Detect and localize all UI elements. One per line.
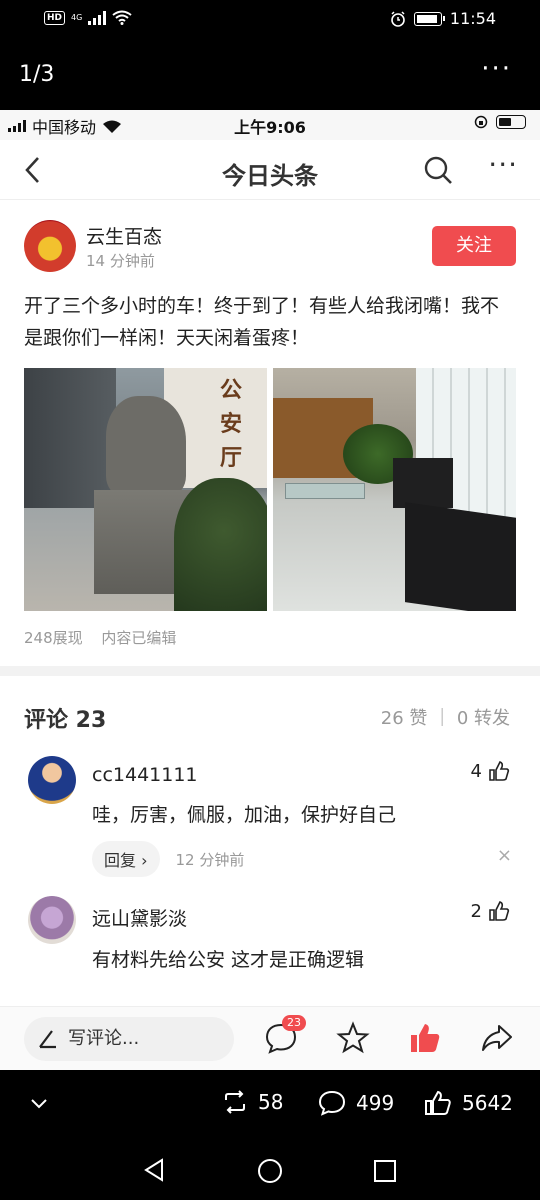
more-menu-button[interactable]: ··· xyxy=(488,148,518,181)
photo-sign-text: 公安厅 xyxy=(220,378,243,471)
comment-text: 有材料先给公安 这才是正确逻辑 xyxy=(92,949,365,971)
image-viewer-top-bar: 1/3 ··· xyxy=(0,40,540,110)
page-counter: 1/3 xyxy=(19,62,55,87)
post-stats: 248展现 内容已编辑 xyxy=(24,627,516,666)
chevron-down-icon[interactable] xyxy=(30,1096,48,1110)
commenter-name[interactable]: cc1441111 xyxy=(92,746,516,786)
comments-header: 评论 23 26 赞 ｜ 0 转发 xyxy=(24,676,516,746)
battery-icon xyxy=(413,11,445,26)
recents-square-icon[interactable] xyxy=(373,1159,397,1183)
comment-item: 远山黛影淡 2 有材料先给公安 这才是正确逻辑 xyxy=(24,886,516,1026)
chevron-right-icon: › xyxy=(141,851,148,870)
post-photos: 公安厅 xyxy=(24,368,516,611)
comment-like-button[interactable]: 2 xyxy=(471,900,510,922)
comments-title: 评论 23 xyxy=(24,708,107,733)
commenter-avatar[interactable] xyxy=(28,896,76,944)
ios-status-bar: 中国移动 上午9:06 xyxy=(0,110,540,140)
comment-count-badge: 23 xyxy=(282,1015,306,1031)
view-count: 248展现 xyxy=(24,629,83,647)
thumbs-up-icon xyxy=(489,761,510,781)
article-action-bar: 写评论... 23 xyxy=(0,1006,540,1070)
retweet-button[interactable]: 58 xyxy=(222,1090,283,1114)
rotation-lock-icon xyxy=(474,115,488,129)
reply-label: 回复 xyxy=(104,851,137,870)
comment-count: 499 xyxy=(356,1091,395,1115)
comment-icon xyxy=(318,1090,346,1116)
comment-actions: 回复 › 12 分钟前 × xyxy=(92,841,516,877)
like-button[interactable]: 5642 xyxy=(424,1090,513,1116)
ios-status-right xyxy=(474,115,526,129)
back-triangle-icon[interactable] xyxy=(142,1158,166,1182)
write-comment-placeholder: 写评论... xyxy=(68,1028,140,1049)
dismiss-comment-button[interactable]: × xyxy=(497,845,512,866)
like-count: 5642 xyxy=(462,1091,513,1115)
post: 云生百态 14 分钟前 关注 开了三个多小时的车！终于到了！有些人给我闭嘴！我不… xyxy=(0,200,540,666)
ios-time: 上午9:06 xyxy=(234,118,306,137)
star-favorite-icon[interactable] xyxy=(336,1021,370,1055)
viewer-more-button[interactable]: ··· xyxy=(481,54,512,84)
section-divider xyxy=(0,666,540,676)
network-type: 4G xyxy=(71,13,83,22)
comments-meta: 26 赞 ｜ 0 转发 xyxy=(380,708,510,729)
ios-battery-icon xyxy=(496,115,526,129)
comment-time: 12 分钟前 xyxy=(175,850,245,869)
retweet-icon xyxy=(225,1090,245,1114)
system-status-bar: HD 4G 11:54 xyxy=(0,0,540,40)
comment-like-button[interactable]: 4 xyxy=(471,760,510,782)
post-time: 14 分钟前 xyxy=(86,252,155,270)
author-avatar[interactable] xyxy=(24,220,76,272)
retweet-count: 58 xyxy=(258,1090,284,1114)
system-status-left: HD 4G xyxy=(44,10,132,25)
cellular-signal-icon xyxy=(88,10,107,25)
pen-icon xyxy=(39,1030,56,1049)
hd-badge: HD xyxy=(44,10,66,25)
commenter-name[interactable]: 远山黛影淡 xyxy=(92,886,516,931)
image-viewer-bottom-bar: 58 499 5642 xyxy=(0,1070,540,1140)
thumbs-up-icon xyxy=(489,901,510,921)
post-text: 开了三个多小时的车！终于到了！有些人给我闭嘴！我不是跟你们一样闲！天天闲着蛋疼！ xyxy=(24,295,500,349)
comment-text: 哇，厉害，佩服，加油，保护好自己 xyxy=(92,804,397,826)
embedded-screenshot: 中国移动 上午9:06 今日头条 ··· 云生百态 14 分钟前 关注 开了三个… xyxy=(0,110,540,1070)
photo-lobby[interactable] xyxy=(273,368,516,611)
thumbs-up-icon xyxy=(425,1090,451,1115)
comment-like-count: 4 xyxy=(470,760,482,782)
edited-note: 内容已编辑 xyxy=(101,629,177,647)
alarm-clock-icon xyxy=(391,10,405,27)
commenter-avatar[interactable] xyxy=(28,756,76,804)
photo-lion-statue[interactable]: 公安厅 xyxy=(24,368,267,611)
comments-button[interactable]: 499 xyxy=(318,1090,394,1116)
reply-button[interactable]: 回复 › xyxy=(92,841,160,877)
app-nav-bar: 今日头条 ··· xyxy=(0,140,540,200)
follow-button[interactable]: 关注 xyxy=(432,226,516,266)
app-title: 今日头条 xyxy=(222,162,318,190)
system-status-right: 11:54 xyxy=(390,9,496,28)
share-arrow-icon[interactable] xyxy=(480,1021,514,1055)
wifi-icon xyxy=(112,10,132,25)
android-navigation-bar xyxy=(0,1140,540,1200)
comments-section: 评论 23 26 赞 ｜ 0 转发 cc1441111 4 哇，厉害，佩服，加油… xyxy=(0,676,540,1026)
write-comment-input[interactable]: 写评论... xyxy=(24,1017,234,1061)
comment-like-count: 2 xyxy=(470,900,482,922)
home-circle-icon[interactable] xyxy=(257,1158,283,1184)
author-name[interactable]: 云生百态 xyxy=(86,222,162,249)
thumbs-up-filled-icon[interactable] xyxy=(408,1021,442,1055)
author-row: 云生百态 14 分钟前 关注 xyxy=(24,200,516,290)
search-icon[interactable] xyxy=(422,154,454,186)
system-time: 11:54 xyxy=(449,9,496,28)
comment-item: cc1441111 4 哇，厉害，佩服，加油，保护好自己 回复 › 12 分钟前… xyxy=(24,746,516,886)
